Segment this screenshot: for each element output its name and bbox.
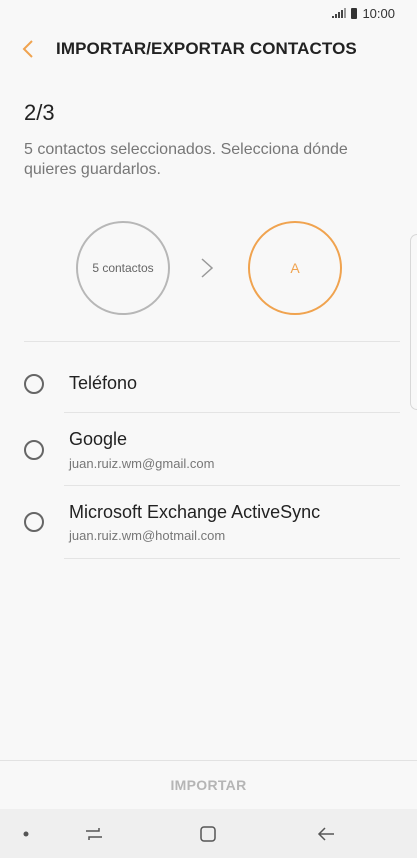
option-telefono[interactable]: Teléfono: [0, 342, 417, 412]
target-label: A: [290, 260, 300, 276]
option-title: Google: [69, 429, 128, 449]
target-circle: A: [248, 221, 342, 315]
source-circle: 5 contactos: [76, 221, 170, 315]
option-title: Microsoft Exchange ActiveSync: [69, 502, 321, 522]
option-title: Teléfono: [69, 373, 138, 393]
app-bar: IMPORTAR/EXPORTAR CONTACTOS: [0, 26, 417, 72]
back-button[interactable]: [0, 26, 56, 72]
chevron-right-icon: [201, 258, 214, 278]
option-exchange[interactable]: Microsoft Exchange ActiveSync juan.ruiz.…: [0, 486, 417, 558]
recent-apps-icon[interactable]: [76, 809, 112, 858]
status-bar: 10:00: [0, 0, 417, 26]
nav-dot-icon[interactable]: [14, 809, 38, 858]
step-description: 5 contactos seleccionados. Selecciona dó…: [24, 141, 348, 178]
home-icon[interactable]: [190, 809, 226, 858]
page-title: IMPORTAR/EXPORTAR CONTACTOS: [56, 39, 357, 58]
status-time: 10:00: [362, 5, 395, 21]
radio-button[interactable]: [24, 440, 44, 460]
step-counter: 2/3: [24, 100, 55, 125]
import-button[interactable]: IMPORTAR: [0, 761, 417, 809]
divider: [64, 558, 400, 559]
battery-icon: [351, 7, 358, 19]
back-icon[interactable]: [308, 809, 344, 858]
option-subtitle: juan.ruiz.wm@gmail.com: [69, 456, 215, 471]
navigation-bar: [0, 809, 417, 858]
option-subtitle: juan.ruiz.wm@hotmail.com: [69, 528, 226, 543]
back-arrow-icon: [22, 40, 33, 58]
radio-button[interactable]: [24, 374, 44, 394]
source-label: 5 contactos: [92, 261, 154, 275]
option-google[interactable]: Google juan.ruiz.wm@gmail.com: [0, 413, 417, 485]
signal-icon: [332, 8, 347, 18]
radio-button[interactable]: [24, 512, 44, 532]
